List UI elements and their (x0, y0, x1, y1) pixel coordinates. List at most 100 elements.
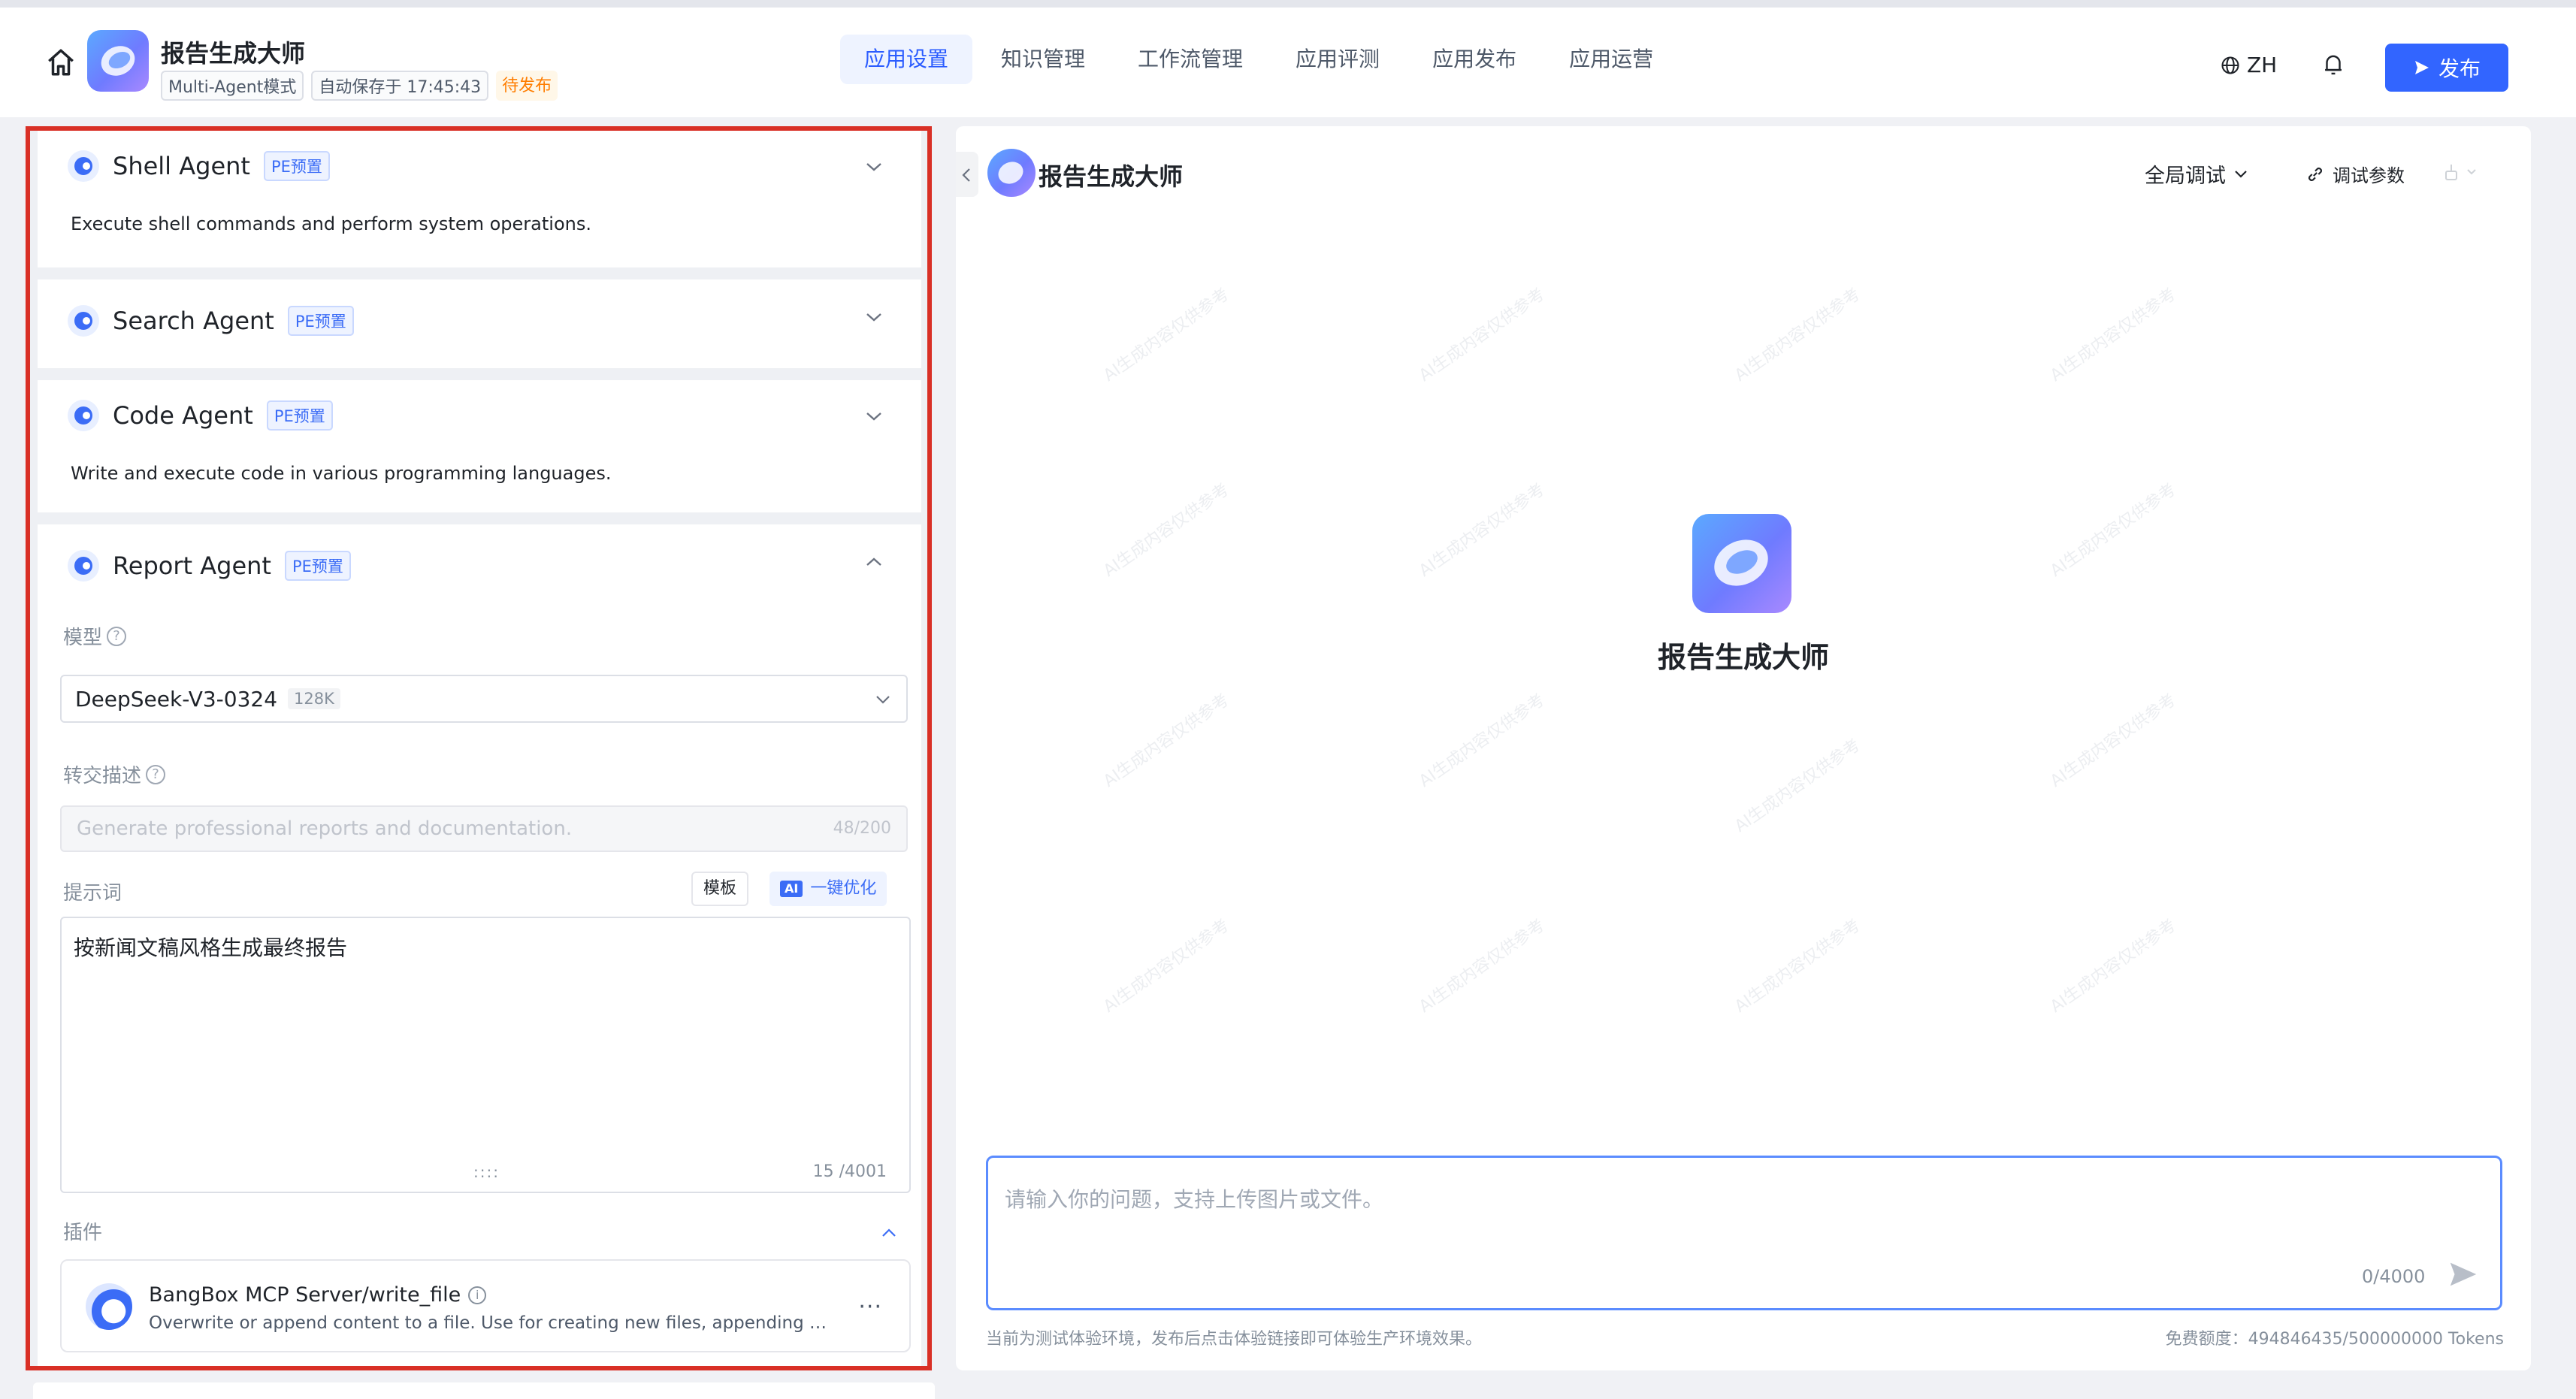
prompt-char-count: 15 /4001 (812, 1162, 887, 1181)
watermark: AI生成内容仅供参考 (1731, 736, 1864, 836)
model-name: DeepSeek-V3-0324 (75, 686, 278, 712)
app-avatar (987, 149, 1036, 197)
chat-input[interactable]: 请输入你的问题，支持上传图片或文件。 0/4000 (986, 1156, 2502, 1310)
language-label: ZH (2247, 53, 2278, 77)
tab-knowledge[interactable]: 知识管理 (977, 35, 1109, 84)
send-icon (2414, 61, 2429, 74)
app-logo (87, 30, 149, 92)
app-header: 报告生成大师 Multi-Agent模式 自动保存于 17:45:43 待发布 … (0, 8, 2576, 117)
debug-mode-select[interactable]: 全局调试 (2145, 159, 2248, 189)
mode-tag: Multi-Agent模式 (161, 71, 304, 101)
agent-description: Write and execute code in various progra… (71, 463, 612, 484)
resize-handle-icon[interactable]: :::: (473, 1163, 500, 1181)
preset-tag: PE预置 (287, 306, 354, 336)
app-title: 报告生成大师 (161, 39, 306, 68)
chat-placeholder: 请输入你的问题，支持上传图片或文件。 (1005, 1187, 1384, 1212)
agent-icon (68, 400, 99, 431)
prompt-text: 按新闻文稿风格生成最终报告 (74, 935, 348, 960)
model-context-badge: 128K (288, 688, 340, 709)
chevron-left-icon (962, 168, 970, 182)
token-quota: 免费额度：494846435/500000000 Tokens (2165, 1330, 2504, 1349)
debug-params-button[interactable]: 调试参数 (2305, 161, 2405, 187)
help-icon[interactable]: ? (107, 626, 127, 646)
handoff-placeholder: Generate professional reports and docume… (77, 817, 573, 840)
watermark: AI生成内容仅供参考 (1100, 916, 1233, 1017)
preview-title: 报告生成大师 (1039, 162, 1184, 191)
watermark: AI生成内容仅供参考 (1416, 916, 1549, 1017)
chevron-down-icon (2235, 170, 2247, 178)
plugin-logo (86, 1283, 132, 1330)
chat-char-count: 0/4000 (2362, 1266, 2426, 1287)
tab-app-settings[interactable]: 应用设置 (840, 35, 973, 84)
watermark: AI生成内容仅供参考 (2047, 285, 2180, 385)
tab-operations[interactable]: 应用运营 (1545, 35, 1677, 84)
handoff-description-input[interactable]: Generate professional reports and docume… (60, 805, 908, 852)
template-button[interactable]: 模板 (691, 872, 749, 906)
watermark: AI生成内容仅供参考 (1731, 285, 1864, 385)
collapse-panel-button[interactable] (956, 152, 978, 197)
more-options-icon[interactable]: ··· (858, 1294, 882, 1320)
app-meta: Multi-Agent模式 自动保存于 17:45:43 待发布 (161, 71, 558, 101)
model-select[interactable]: DeepSeek-V3-0324 128K (60, 675, 908, 723)
chevron-up-icon[interactable] (881, 1228, 897, 1238)
main-nav: 应用设置 知识管理 工作流管理 应用评测 应用发布 应用运营 (840, 35, 1677, 84)
link-icon (2308, 167, 2322, 181)
tab-evaluation[interactable]: 应用评测 (1271, 35, 1404, 84)
agent-icon (68, 550, 99, 582)
handoff-char-count: 48/200 (833, 819, 891, 838)
plugin-card[interactable]: BangBox MCP Server/write_file i Overwrit… (60, 1259, 911, 1352)
agent-config-panel: Shell Agent PE预置 Execute shell commands … (26, 126, 932, 1370)
model-label-text: 模型 (63, 627, 103, 649)
chevron-down-icon[interactable] (864, 161, 884, 173)
watermark: AI生成内容仅供参考 (2047, 480, 2180, 581)
plugin-name-text: BangBox MCP Server/write_file (149, 1283, 461, 1307)
tab-workflow[interactable]: 工作流管理 (1114, 35, 1267, 84)
preview-panel: 报告生成大师 全局调试 调试参数 AI生成内容仅供参考 AI生成内容仅供参考 A… (956, 126, 2531, 1370)
agent-icon (68, 305, 99, 337)
chevron-down-icon (876, 696, 890, 704)
watermark: AI生成内容仅供参考 (1100, 690, 1233, 791)
chevron-down-icon[interactable] (864, 410, 884, 422)
watermark: AI生成内容仅供参考 (1731, 916, 1864, 1017)
language-switch[interactable]: ZH (2220, 53, 2277, 77)
agent-card-code: Code Agent PE预置 Write and execute code i… (38, 380, 921, 512)
model-label: 模型 ? (63, 622, 127, 650)
prompt-label: 提示词 (63, 878, 122, 905)
chevron-down-icon[interactable] (864, 311, 884, 323)
globe-icon (2221, 56, 2239, 74)
clear-history-button[interactable] (2442, 162, 2477, 182)
prompt-textarea[interactable]: 按新闻文稿风格生成最终报告 :::: 15 /4001 (60, 917, 911, 1193)
agent-name: Report Agent (113, 551, 271, 580)
agent-header[interactable]: Search Agent PE预置 (68, 305, 354, 337)
tab-publish[interactable]: 应用发布 (1408, 35, 1540, 84)
handoff-label-text: 转交描述 (63, 765, 142, 787)
preset-tag: PE预置 (263, 151, 330, 181)
publish-button[interactable]: 发布 (2385, 44, 2508, 92)
preset-tag: PE预置 (284, 551, 351, 581)
chevron-up-icon[interactable] (864, 556, 884, 568)
info-icon[interactable]: i (468, 1286, 487, 1304)
broom-icon (2445, 165, 2457, 180)
welcome-title: 报告生成大师 (1657, 641, 1829, 674)
plugin-name: BangBox MCP Server/write_file i (149, 1283, 487, 1307)
plugins-label-text: 插件 (63, 1222, 103, 1244)
watermark: AI生成内容仅供参考 (1100, 480, 1233, 581)
preset-tag: PE预置 (266, 400, 333, 431)
agent-header[interactable]: Shell Agent PE预置 (68, 150, 330, 182)
watermark: AI生成内容仅供参考 (1416, 480, 1549, 581)
help-icon[interactable]: ? (146, 764, 166, 784)
send-icon[interactable] (2446, 1257, 2481, 1292)
handoff-label: 转交描述 ? (63, 760, 166, 788)
prompt-label-text: 提示词 (63, 882, 122, 905)
debug-params-label: 调试参数 (2333, 165, 2405, 186)
agent-name: Shell Agent (113, 152, 250, 180)
bell-icon[interactable] (2322, 53, 2345, 78)
plugin-description: Overwrite or append content to a file. U… (149, 1313, 833, 1333)
watermark: AI生成内容仅供参考 (1416, 285, 1549, 385)
one-click-optimize-button[interactable]: AI 一键优化 (769, 872, 887, 906)
agent-header[interactable]: Code Agent PE预置 (68, 400, 333, 431)
bottom-strip (33, 1382, 935, 1399)
environment-notice: 当前为测试体验环境，发布后点击体验链接即可体验生产环境效果。 (986, 1330, 1483, 1349)
agent-header[interactable]: Report Agent PE预置 (68, 550, 351, 582)
home-icon[interactable] (45, 47, 77, 78)
